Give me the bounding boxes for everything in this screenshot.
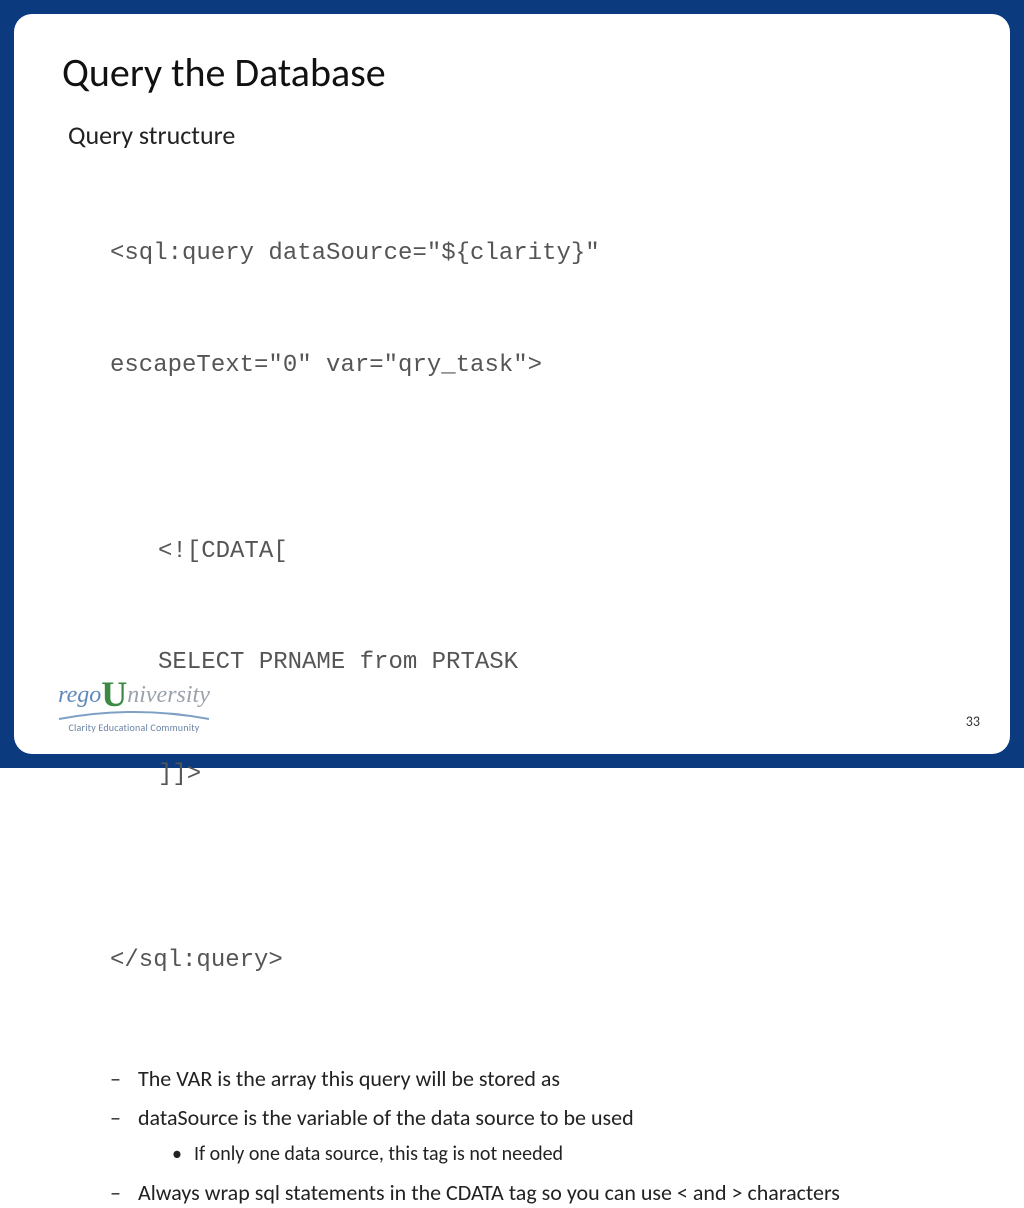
code-line: <![CDATA[	[158, 533, 962, 570]
code-line: <sql:query dataSource="${clarity}"	[110, 235, 962, 272]
page-number: 33	[966, 713, 980, 730]
slide-title: Query the Database	[62, 48, 962, 97]
logo-text-rego: rego	[58, 682, 101, 708]
list-item: Always wrap sql statements in the CDATA …	[110, 1178, 962, 1208]
code-inner: <![CDATA[ SELECT PRNAME from PRTASK ]]>	[158, 459, 962, 868]
list-item: If only one data source, this tag is not…	[172, 1141, 962, 1168]
slide-content: Query structure <sql:query dataSource="$…	[68, 119, 962, 1208]
code-line: SELECT PRNAME from PRTASK	[158, 644, 962, 681]
logo-tagline: Clarity Educational Community	[54, 721, 214, 734]
logo-text-niversity: niversity	[127, 682, 210, 708]
code-line: ]]>	[158, 756, 962, 793]
slide-frame: Query the Database Query structure <sql:…	[0, 0, 1024, 768]
section-subtitle: Query structure	[68, 119, 962, 151]
bullet-list: The VAR is the array this query will be …	[110, 1064, 962, 1208]
code-line: </sql:query>	[110, 942, 962, 979]
code-block: <sql:query dataSource="${clarity}" escap…	[110, 161, 962, 1054]
list-item-text: dataSource is the variable of the data s…	[138, 1104, 634, 1131]
slide-card: Query the Database Query structure <sql:…	[14, 14, 1010, 754]
code-line: escapeText="0" var="qry_task">	[110, 347, 962, 384]
logo-wordmark: regoUniversity	[54, 673, 214, 715]
list-item: dataSource is the variable of the data s…	[110, 1103, 962, 1168]
list-item: The VAR is the array this query will be …	[110, 1064, 962, 1094]
sub-bullet-list: If only one data source, this tag is not…	[172, 1141, 962, 1168]
logo-text-u: U	[101, 674, 127, 714]
logo: regoUniversity Clarity Educational Commu…	[54, 673, 214, 734]
